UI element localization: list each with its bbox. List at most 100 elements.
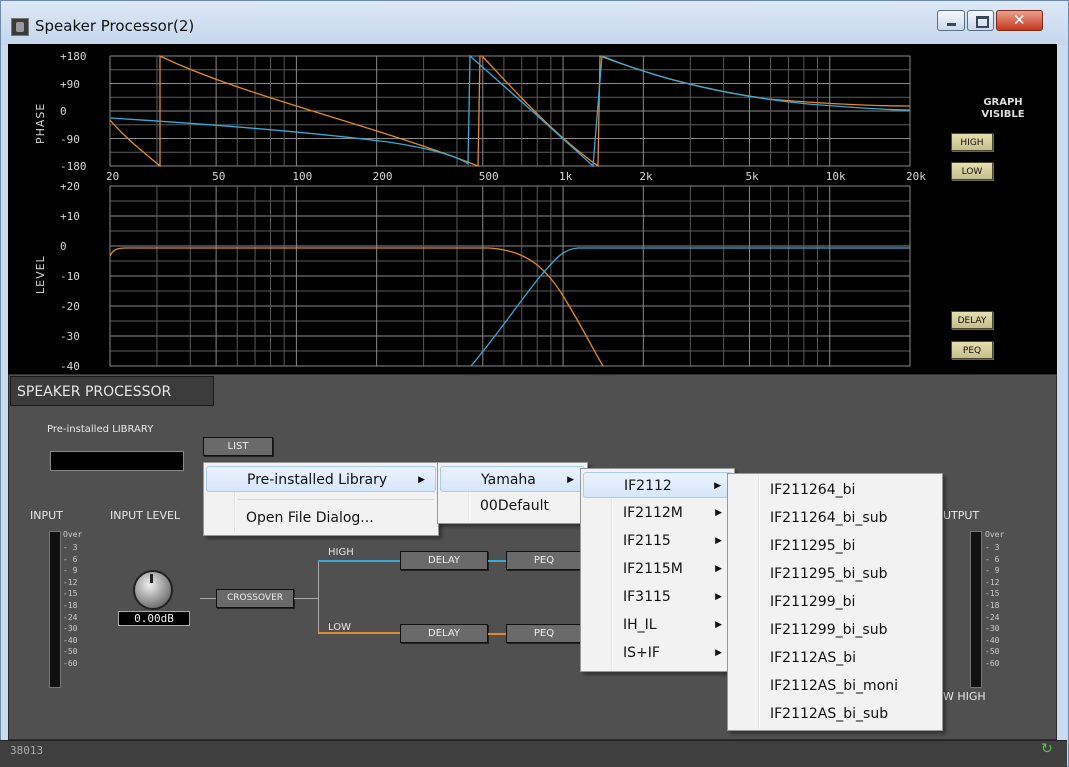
graph-delay-toggle[interactable]: DELAY (951, 311, 993, 329)
low-route-line (488, 633, 506, 635)
menu-item-preset[interactable]: IF2112AS_bi (730, 645, 940, 671)
graph-visible-line2: VISIBLE (981, 109, 1025, 120)
menu-item-series[interactable]: IF2115 ▶ (583, 528, 732, 554)
menu-item-label: IF2115M (623, 561, 683, 577)
menu-item-label: Open File Dialog... (246, 510, 374, 526)
level-tick: +10 (60, 210, 80, 223)
menu-item-preset[interactable]: IF211295_bi (730, 533, 940, 559)
frequency-tick: 100 (292, 170, 313, 183)
menu-item-label: Pre-installed Library (247, 472, 388, 488)
graph-high-toggle[interactable]: HIGH (951, 133, 993, 151)
meter-scale-label: -60 (985, 658, 1000, 668)
frequency-tick: 5k (745, 170, 759, 183)
menu-item-preset[interactable]: IF211299_bi (730, 589, 940, 615)
submenu-arrow-icon: ▶ (715, 508, 722, 518)
level-low-curve (109, 247, 604, 367)
meter-scale-label: -18 (63, 600, 78, 610)
phase-grid (109, 55, 911, 167)
response-graph: PHASE LEVEL +180 +90 0 -90 -180 +20 +10 0 -10 -2… (8, 44, 1057, 374)
menu-item-open-file-dialog[interactable]: Open File Dialog... (206, 505, 436, 531)
refresh-icon[interactable]: ↻ (1041, 742, 1055, 756)
menu-separator (238, 499, 434, 500)
menu-item-series[interactable]: IF2115M ▶ (583, 556, 732, 582)
meter-scale-label: -30 (63, 624, 78, 634)
output-label: UTPUT (943, 509, 980, 522)
low-peq-button[interactable]: PEQ (506, 624, 582, 643)
level-axis-label: LEVEL (34, 255, 47, 294)
window-title: Speaker Processor(2) (35, 17, 195, 35)
phase-tick: +180 (60, 50, 87, 63)
preset-submenu: IF211264_bi IF211264_bi_sub IF211295_bi IF2… (727, 473, 943, 731)
frequency-tick: 20 (106, 170, 120, 183)
route-line (318, 560, 319, 632)
menu-item-preset[interactable]: IF211295_bi_sub (730, 561, 940, 587)
high-path-label: HIGH (328, 547, 354, 558)
menu-item-label: IH_IL (623, 617, 657, 633)
series-submenu: IF2112 ▶ IF2112M ▶ IF2115 ▶ IF2115M ▶ IF3115 ▶ IH_… (580, 468, 735, 672)
menu-item-preset[interactable]: IF211264_bi_sub (730, 505, 940, 531)
level-grid (109, 185, 911, 367)
menu-item-label: 00Default (480, 498, 549, 514)
menu-item-00default[interactable]: 00Default (440, 493, 585, 519)
close-button[interactable] (996, 10, 1043, 31)
menu-item-series[interactable]: IH_IL ▶ (583, 612, 732, 638)
output-channel-label: W HIGH (943, 690, 986, 703)
graph-svg (109, 54, 911, 367)
maker-submenu: Yamaha ▶ 00Default (437, 462, 588, 524)
menu-item-preset[interactable]: IF2112AS_bi_moni (730, 673, 940, 699)
phase-tick: 0 (60, 105, 67, 118)
status-bar (0, 740, 1067, 767)
menu-item-series[interactable]: IF2112M ▶ (583, 500, 732, 526)
output-meter (970, 531, 982, 688)
menu-item-label: IF211264_bi (770, 482, 856, 498)
menu-item-label: IF211295_bi (770, 538, 856, 554)
menu-item-label: Yamaha (481, 472, 536, 488)
route-line (294, 598, 318, 599)
submenu-arrow-icon: ▶ (715, 536, 722, 546)
menu-item-yamaha[interactable]: Yamaha ▶ (440, 466, 585, 492)
frequency-tick: 200 (372, 170, 393, 183)
phase-tick: -90 (60, 132, 80, 146)
graph-peq-toggle[interactable]: PEQ (951, 341, 993, 359)
low-delay-button[interactable]: DELAY (400, 624, 488, 643)
meter-scale-label: -30 (985, 624, 1000, 634)
menu-item-label: IS+IF (623, 645, 660, 661)
library-label: Pre-installed LIBRARY (47, 424, 154, 435)
status-text: 38013 (10, 744, 44, 757)
title-bar[interactable]: Speaker Processor(2) (1, 1, 1068, 45)
list-button[interactable]: LIST (203, 437, 273, 456)
input-label: INPUT (30, 509, 63, 522)
level-tick: -30 (60, 330, 80, 343)
crossover-button[interactable]: CROSSOVER (216, 589, 294, 608)
menu-item-label: IF2115 (623, 533, 671, 549)
level-tick: -10 (60, 270, 80, 283)
submenu-arrow-icon: ▶ (714, 481, 721, 491)
app-icon (11, 18, 29, 36)
frequency-tick: 50 (212, 170, 226, 183)
level-curves (109, 247, 910, 367)
menu-item-pre-installed-library[interactable]: Pre-installed Library ▶ (206, 466, 436, 492)
input-level-knob[interactable] (133, 570, 173, 610)
phase-tick: -180 (60, 160, 87, 173)
menu-item-label: IF211295_bi_sub (770, 566, 888, 582)
menu-item-preset[interactable]: IF211299_bi_sub (730, 617, 940, 643)
menu-item-series[interactable]: IS+IF ▶ (583, 640, 732, 666)
graph-low-toggle[interactable]: LOW (951, 162, 993, 180)
menu-item-series[interactable]: IF2112 ▶ (583, 472, 732, 498)
graph-visible-line1: GRAPH (983, 97, 1023, 108)
menu-item-series[interactable]: IF3115 ▶ (583, 584, 732, 610)
minimize-button[interactable] (937, 10, 965, 31)
tab-speaker-processor[interactable]: SPEAKER PROCESSOR (10, 376, 214, 406)
input-level-label: INPUT LEVEL (110, 509, 181, 522)
menu-item-preset[interactable]: IF211264_bi (730, 477, 940, 503)
high-delay-button[interactable]: DELAY (400, 551, 488, 570)
high-peq-button[interactable]: PEQ (506, 551, 582, 570)
maximize-button[interactable] (967, 10, 994, 31)
menu-item-label: IF211299_bi (770, 594, 856, 610)
menu-item-label: IF2112AS_bi_sub (770, 706, 889, 722)
route-line (200, 598, 216, 599)
frequency-tick: 500 (478, 170, 499, 183)
low-route-line (318, 632, 400, 634)
menu-item-preset[interactable]: IF2112AS_bi_sub (730, 701, 940, 727)
level-tick: 0 (60, 240, 67, 253)
